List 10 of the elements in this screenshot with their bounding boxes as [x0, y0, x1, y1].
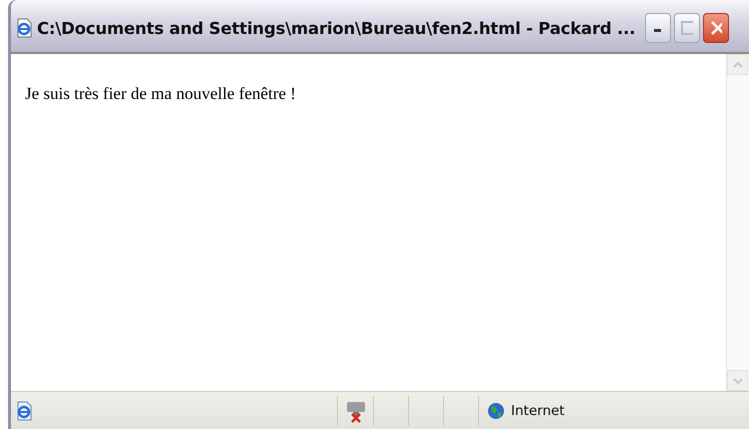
minimize-button[interactable] [645, 13, 672, 43]
page-icon [15, 400, 33, 420]
close-icon [710, 20, 722, 36]
page-icon [15, 18, 33, 38]
zone-label: Internet [511, 402, 565, 418]
maximize-icon [681, 21, 694, 35]
globe-icon [487, 402, 505, 420]
window-title: C:\Documents and Settings\marion\Bureau\fen2.html - Packard ... [37, 18, 636, 38]
close-button[interactable] [703, 13, 730, 43]
page-text: Je suis très fier de ma nouvelle fenêtre ! [25, 84, 296, 103]
